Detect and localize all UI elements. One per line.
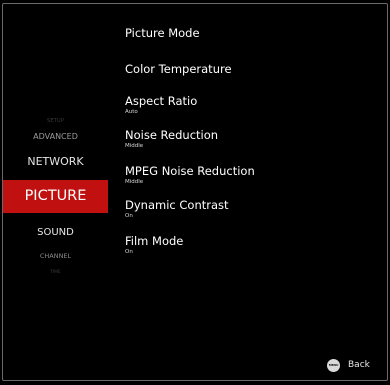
tv-settings-screen: SETUP ADVANCED NETWORK PICTURE SOUND CHA… [2, 3, 388, 381]
setting-label: MPEG Noise Reduction [125, 164, 255, 178]
setting-label: Noise Reduction [125, 128, 219, 142]
menu-button-icon: MENU [327, 358, 340, 372]
category-channel[interactable]: CHANNEL [3, 252, 108, 260]
back-hint[interactable]: MENU Back [327, 358, 370, 372]
back-label: Back [348, 360, 370, 370]
setting-label: Aspect Ratio [125, 94, 198, 108]
setting-mpeg-noise-reduction[interactable]: MPEG Noise Reduction Middle [125, 164, 255, 186]
setting-value: Auto [125, 109, 138, 115]
category-picture-selected[interactable]: PICTURE [3, 180, 108, 213]
setting-picture-mode[interactable]: Picture Mode [125, 26, 200, 40]
category-time[interactable]: TIME [3, 270, 108, 275]
setting-label: Film Mode [125, 234, 184, 248]
setting-label: Dynamic Contrast [125, 198, 229, 212]
setting-noise-reduction[interactable]: Noise Reduction Middle [125, 128, 218, 150]
setting-value: On [125, 213, 133, 219]
setting-value: Middle [125, 143, 144, 149]
setting-aspect-ratio[interactable]: Aspect Ratio Auto [125, 94, 197, 116]
setting-film-mode[interactable]: Film Mode On [125, 234, 183, 256]
setting-value: On [125, 249, 133, 255]
category-sound[interactable]: SOUND [3, 227, 108, 238]
setting-value: Middle [125, 179, 144, 185]
setting-dynamic-contrast[interactable]: Dynamic Contrast On [125, 198, 229, 220]
category-setup[interactable]: SETUP [3, 118, 108, 124]
setting-label: Picture Mode [125, 26, 200, 40]
setting-color-temperature[interactable]: Color Temperature [125, 62, 232, 76]
category-network[interactable]: NETWORK [3, 155, 108, 168]
setting-label: Color Temperature [125, 62, 232, 76]
category-advanced[interactable]: ADVANCED [3, 132, 108, 141]
